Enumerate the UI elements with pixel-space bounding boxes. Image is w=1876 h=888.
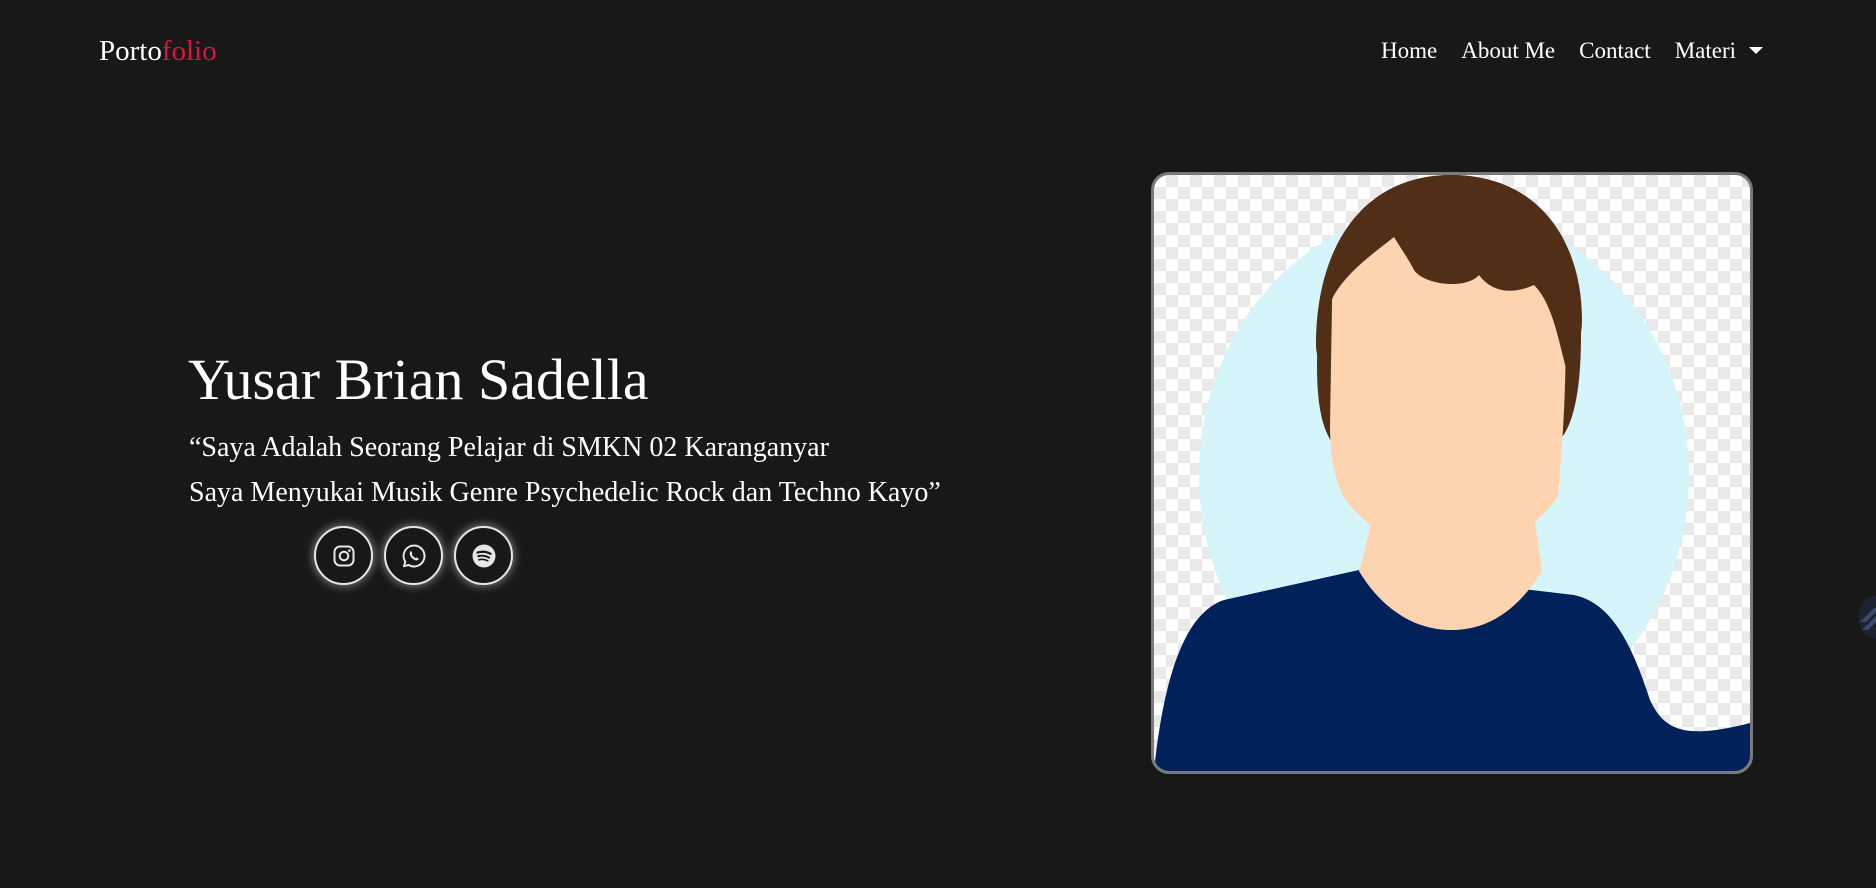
- nav-contact-link[interactable]: Contact: [1579, 36, 1651, 66]
- nav-about-link[interactable]: About Me: [1461, 36, 1555, 66]
- navbar: Portofolio Home About Me Contact Materi: [0, 0, 1876, 102]
- social-links: [314, 526, 513, 585]
- edge-decoration-icon: [1858, 595, 1876, 639]
- page: Portofolio Home About Me Contact Materi …: [0, 0, 1876, 888]
- nav-materi-label: Materi: [1674, 38, 1736, 63]
- caret-down-icon: [1749, 47, 1763, 54]
- whatsapp-icon: [401, 543, 427, 569]
- nav-links: Home About Me Contact Materi: [1381, 36, 1763, 66]
- instagram-icon: [332, 544, 356, 568]
- brand-primary-text: Porto: [99, 35, 162, 67]
- hero-quote-line-2: Saya Menyukai Musik Genre Psychedelic Ro…: [189, 477, 941, 508]
- hero-quote: “Saya Adalah Seorang Pelajar di SMKN 02 …: [189, 425, 941, 515]
- whatsapp-button[interactable]: [384, 526, 443, 585]
- nav-materi-dropdown[interactable]: Materi: [1675, 36, 1763, 66]
- brand-logo[interactable]: Portofolio: [99, 34, 217, 68]
- instagram-button[interactable]: [314, 526, 373, 585]
- profile-picture: [1151, 172, 1753, 774]
- hero-quote-line-1: “Saya Adalah Seorang Pelajar di SMKN 02 …: [189, 432, 829, 463]
- brand-accent-text: folio: [161, 35, 217, 67]
- spotify-icon: [471, 543, 497, 569]
- avatar-illustration: [1154, 175, 1750, 771]
- nav-home-link[interactable]: Home: [1381, 36, 1437, 66]
- hero-name: Yusar Brian Sadella: [188, 347, 649, 412]
- spotify-button[interactable]: [454, 526, 513, 585]
